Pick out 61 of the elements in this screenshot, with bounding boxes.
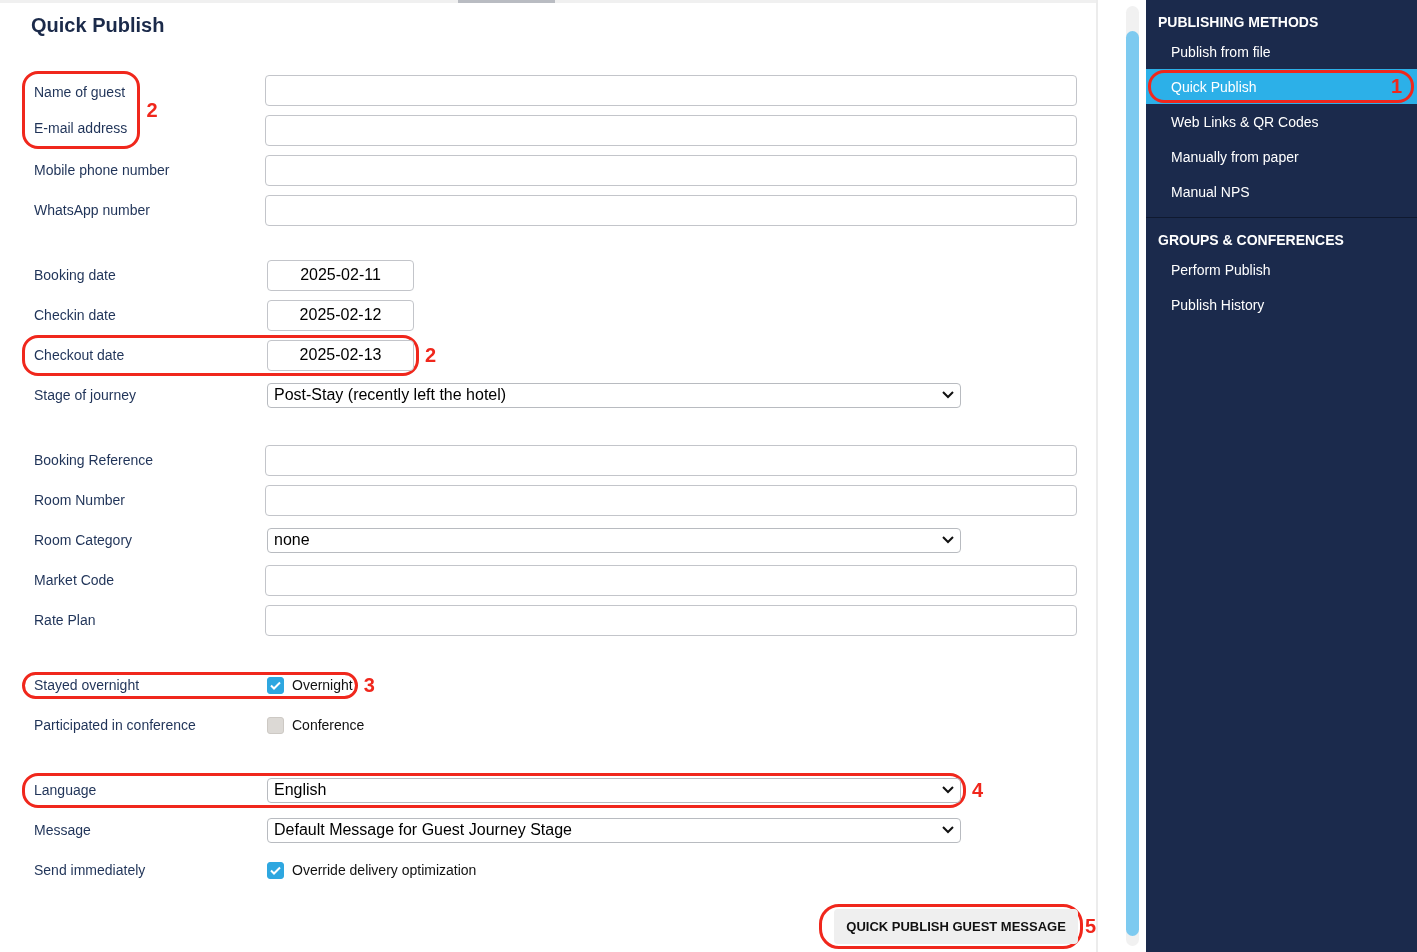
annotation-number: 3 <box>363 673 375 697</box>
sidebar-item[interactable]: Manually from paper <box>1146 139 1417 174</box>
sidebar-item[interactable]: Publish History <box>1146 287 1417 322</box>
checkbox[interactable] <box>267 861 284 879</box>
sidebar-item[interactable]: Perform Publish <box>1146 252 1417 287</box>
sidebar-item[interactable]: Publish from file <box>1146 34 1417 69</box>
dropdown-select[interactable]: none <box>267 527 961 553</box>
field-label: Booking date <box>34 267 117 283</box>
checkmark-icon <box>270 680 281 690</box>
field-label: Checkin date <box>34 307 117 323</box>
chevron-down-icon <box>942 786 954 794</box>
dropdown-select[interactable]: Post-Stay (recently left the hotel) <box>267 382 961 408</box>
checkbox-label: Override delivery optimization <box>292 862 477 878</box>
checkbox[interactable] <box>267 676 284 694</box>
field-label: Participated in conference <box>34 717 197 733</box>
field-label: Rate Plan <box>34 612 97 628</box>
checkmark-icon <box>270 865 281 875</box>
field-label: Booking Reference <box>34 452 155 468</box>
chevron-down-icon <box>942 826 954 834</box>
date-input[interactable]: 2025-02-11 <box>267 259 414 291</box>
field-label: Message <box>34 822 92 838</box>
checkbox[interactable] <box>267 716 284 734</box>
checkbox-label: Overnight <box>292 677 353 693</box>
field-label: Market Code <box>34 572 116 588</box>
annotation-number: 4 <box>972 778 984 802</box>
field-label: Mobile phone number <box>34 162 171 178</box>
sidebar-item[interactable]: Web Links & QR Codes <box>1146 104 1417 139</box>
field-label: WhatsApp number <box>34 202 151 218</box>
field-label: Name of guest <box>34 83 127 102</box>
sidebar-heading: GROUPS & CONFERENCES <box>1157 231 1345 250</box>
text-input[interactable] <box>265 444 1077 476</box>
annotation-number: 5 <box>1084 915 1096 938</box>
text-input[interactable] <box>265 604 1077 636</box>
chevron-down-icon <box>942 391 954 399</box>
sidebar-heading: PUBLISHING METHODS <box>1157 13 1320 32</box>
dropdown-select[interactable]: Default Message for Guest Journey Stage <box>267 817 961 843</box>
submit-button[interactable]: QUICK PUBLISH GUEST MESSAGE <box>834 909 1078 944</box>
annotation-number: 2 <box>146 98 158 122</box>
date-input[interactable]: 2025-02-13 <box>267 339 414 371</box>
text-input[interactable] <box>265 484 1077 516</box>
sidebar-item[interactable]: Manual NPS <box>1146 174 1417 209</box>
checkbox-label: Conference <box>292 717 365 733</box>
text-input[interactable] <box>265 154 1077 186</box>
field-label: Stayed overnight <box>34 677 141 693</box>
annotation-number: 2 <box>425 343 437 367</box>
field-label: Language <box>34 782 98 798</box>
field-label: Checkout date <box>34 347 126 363</box>
date-input[interactable]: 2025-02-12 <box>267 299 414 331</box>
field-label: Send immediately <box>34 862 147 878</box>
text-input[interactable] <box>265 194 1077 226</box>
text-input[interactable] <box>265 74 1077 106</box>
page-title: Quick Publish <box>31 13 166 38</box>
chevron-down-icon <box>942 536 954 544</box>
text-input[interactable] <box>265 114 1077 146</box>
field-label: Room Number <box>34 492 127 508</box>
field-label: E-mail address <box>34 119 128 138</box>
dropdown-select[interactable]: English <box>267 777 961 803</box>
field-label: Room Category <box>34 532 134 548</box>
field-label: Stage of journey <box>34 387 137 403</box>
annotation-number: 1 <box>1390 75 1402 98</box>
text-input[interactable] <box>265 564 1077 596</box>
